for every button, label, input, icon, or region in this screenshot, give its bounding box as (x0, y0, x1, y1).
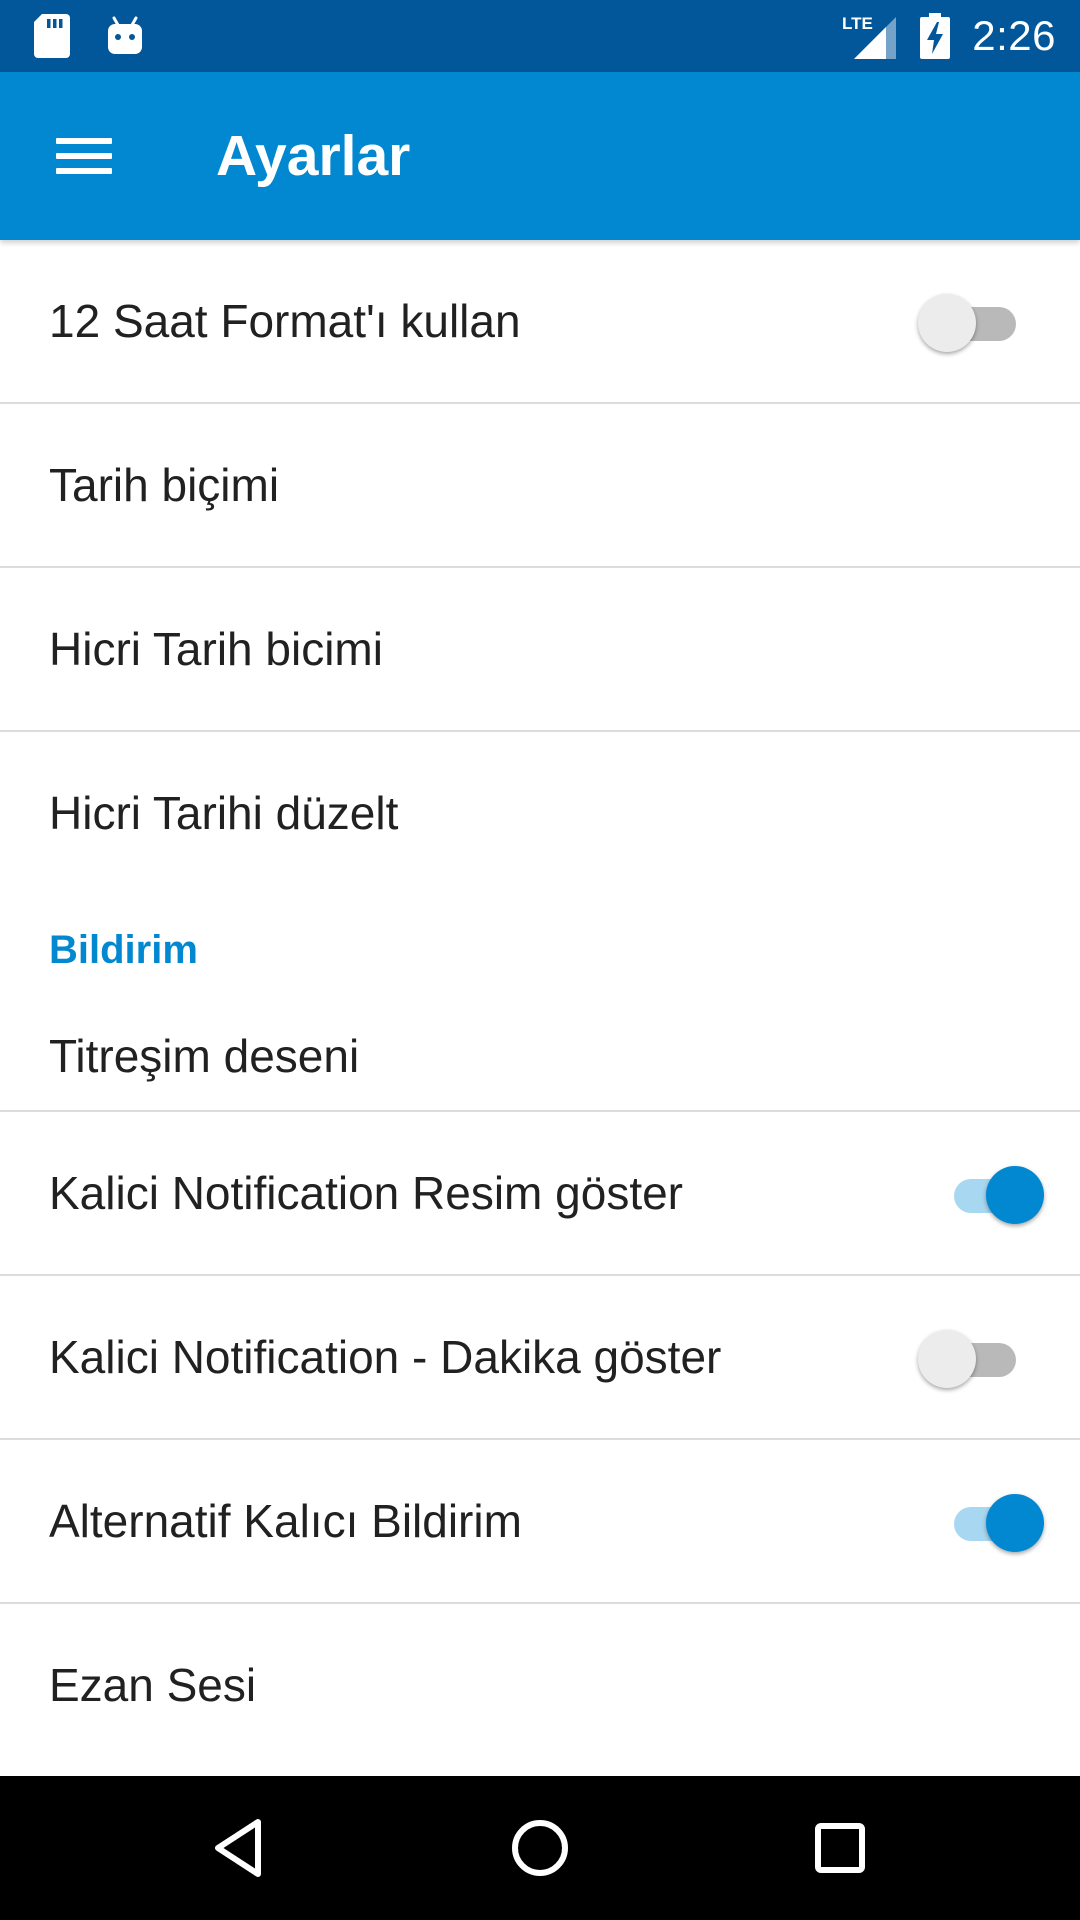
recents-icon (815, 1823, 865, 1873)
back-button[interactable] (190, 1798, 290, 1898)
setting-label: Hicri Tarihi düzelt (49, 787, 399, 839)
setting-label: Alternatif Kalıcı Bildirim (49, 1495, 522, 1547)
setting-label: 12 Saat Format'ı kullan (49, 295, 521, 347)
status-bar: LTE 2:26 (0, 0, 1080, 72)
setting-hijri-date-format[interactable]: Hicri Tarih bicimi (0, 568, 1080, 732)
switch-thumb (986, 1494, 1044, 1552)
status-notification-icons (34, 12, 144, 60)
lte-signal-icon: LTE (842, 13, 898, 59)
setting-hijri-date-adjust[interactable]: Hicri Tarihi düzelt (0, 732, 1080, 894)
status-system-icons: LTE 2:26 (842, 0, 1056, 72)
settings-list[interactable]: 12 Saat Format'ı kullan Tarih biçimi Hic… (0, 240, 1080, 1776)
switch-thumb (918, 294, 976, 352)
setting-label: Hicri Tarih bicimi (49, 623, 383, 675)
battery-charging-icon (920, 13, 951, 59)
home-button[interactable] (490, 1798, 590, 1898)
section-header-label: Bildirim (49, 928, 198, 972)
use-12h-format-toggle[interactable] (918, 291, 1022, 352)
setting-use-12h-format[interactable]: 12 Saat Format'ı kullan (0, 240, 1080, 404)
alternative-persistent-notification-toggle[interactable] (940, 1491, 1044, 1552)
switch-thumb (986, 1166, 1044, 1224)
sd-card-icon (34, 14, 70, 58)
setting-label: Kalici Notification Resim göster (49, 1167, 684, 1219)
setting-vibration-pattern[interactable]: Titreşim deseni (0, 1002, 1080, 1112)
setting-alternative-persistent-notification[interactable]: Alternatif Kalıcı Bildirim (0, 1440, 1080, 1604)
app-bar: Ayarlar (0, 72, 1080, 240)
home-icon (512, 1820, 568, 1876)
setting-label: Titreşim deseni (49, 1030, 360, 1082)
navigation-drawer-button[interactable] (40, 112, 128, 200)
switch-thumb (918, 1330, 976, 1388)
setting-persistent-notification-image[interactable]: Kalici Notification Resim göster (0, 1112, 1080, 1276)
setting-label: Tarih biçimi (49, 459, 280, 511)
setting-date-format[interactable]: Tarih biçimi (0, 404, 1080, 568)
section-header-notification: Bildirim (0, 894, 1080, 1002)
status-clock: 2:26 (972, 12, 1056, 59)
recents-button[interactable] (790, 1798, 890, 1898)
android-icon (106, 16, 144, 56)
page-title: Ayarlar (216, 124, 411, 188)
system-navigation-bar (0, 1776, 1080, 1920)
back-icon (215, 1819, 261, 1877)
persistent-notification-minutes-toggle[interactable] (918, 1327, 1022, 1388)
setting-persistent-notification-minutes[interactable]: Kalici Notification - Dakika göster (0, 1276, 1080, 1440)
setting-label: Ezan Sesi (49, 1659, 257, 1711)
settings-screen: LTE 2:26 Ayarlar 12 Saat Format'ı kullan… (0, 0, 1080, 1920)
setting-label: Kalici Notification - Dakika göster (49, 1331, 722, 1383)
hamburger-menu-icon (56, 136, 112, 176)
setting-adhan-sound[interactable]: Ezan Sesi (0, 1604, 1080, 1766)
network-type-label: LTE (842, 14, 873, 33)
persistent-notification-image-toggle[interactable] (940, 1163, 1044, 1224)
